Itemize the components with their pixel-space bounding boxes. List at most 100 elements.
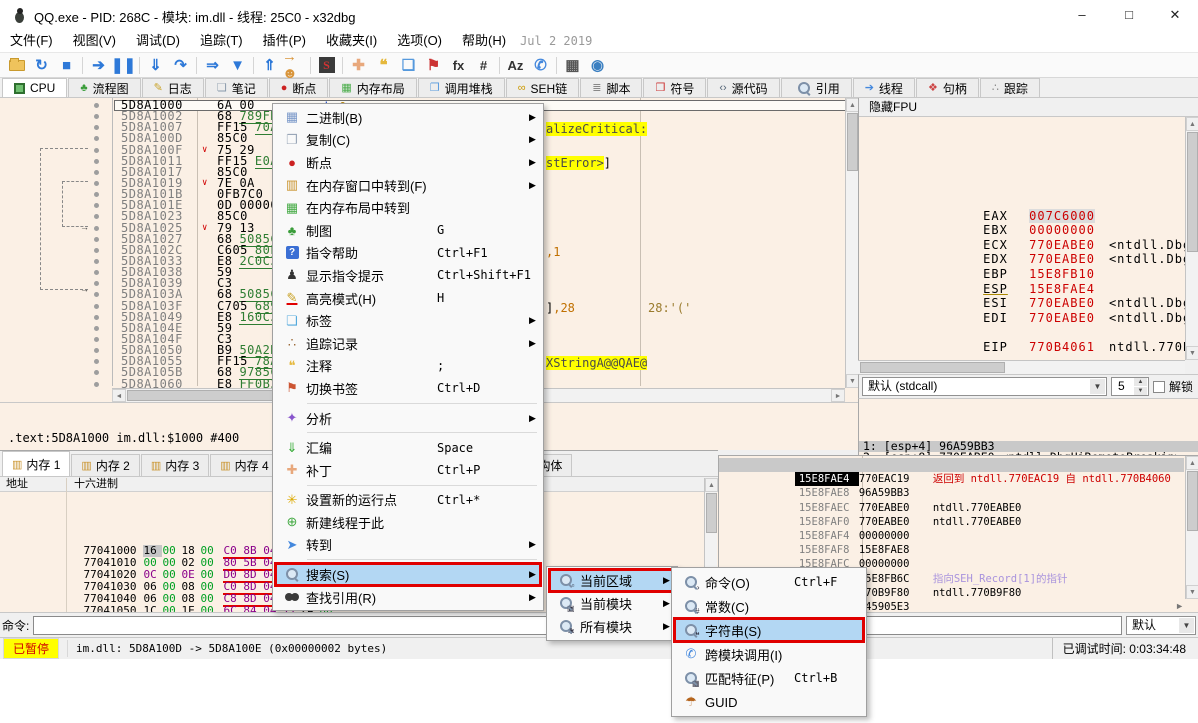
view-tab[interactable]: ▦ 内存布局 bbox=[329, 78, 416, 97]
breakpoint-dot[interactable] bbox=[94, 370, 99, 375]
menu-item[interactable]: 追踪(T) bbox=[190, 30, 253, 52]
dump-tab[interactable]: ▥ 内存 2 bbox=[71, 454, 139, 476]
close-button[interactable]: ✕ bbox=[1152, 0, 1198, 30]
toolbar-icon[interactable]: Az bbox=[503, 54, 528, 76]
breakpoint-dot[interactable] bbox=[94, 170, 99, 175]
toolbar-icon[interactable]: fx bbox=[446, 54, 471, 76]
view-tab[interactable]: 引用 bbox=[781, 78, 852, 97]
chevron-down-icon[interactable]: ▼ bbox=[1090, 379, 1105, 394]
toolbar-icon[interactable]: ❚❚ bbox=[111, 54, 136, 76]
registers-vertical-scrollbar[interactable]: ▲▼ bbox=[1185, 117, 1198, 360]
context-menu-item[interactable]: ▥ 在内存窗口中转到(F) ▶ bbox=[275, 174, 541, 197]
context-menu-item[interactable]: ⚑ 切换书签 Ctrl+D ▶ bbox=[275, 377, 541, 400]
context-menu-item[interactable]: ♣ 制图 G ▶ bbox=[275, 219, 541, 242]
toolbar-icon[interactable] bbox=[342, 57, 343, 74]
dump-tab[interactable]: ▥ 内存 1 bbox=[2, 451, 70, 476]
breakpoint-dot[interactable] bbox=[94, 114, 99, 119]
submenu-item[interactable]: ▣ 当前模块 ▶ bbox=[549, 592, 675, 615]
view-tab[interactable]: ❏ 笔记 bbox=[205, 78, 268, 97]
toolbar-icon[interactable] bbox=[556, 57, 557, 74]
stack-vertical-scrollbar[interactable]: ▲▼ bbox=[1185, 456, 1198, 599]
toolbar-icon[interactable]: S bbox=[314, 54, 339, 76]
toolbar-icon[interactable]: ⇒ bbox=[200, 54, 225, 76]
breakpoint-dot[interactable] bbox=[94, 259, 99, 264]
argument-depth-spinner[interactable]: 5▲▼ bbox=[1111, 377, 1149, 396]
toolbar-icon[interactable]: ↷ bbox=[168, 54, 193, 76]
register-row[interactable]: EAX007C6000 bbox=[868, 194, 1184, 209]
context-menu-item[interactable]: ▶ bbox=[275, 400, 541, 407]
breakpoint-dot[interactable] bbox=[94, 348, 99, 353]
stack-row[interactable]: 15E8FAE4770EAC19返回到 ntdll.770EAC19 自 ntd… bbox=[719, 458, 1184, 472]
toolbar-icon[interactable]: ⇑ bbox=[257, 54, 282, 76]
context-menu-item[interactable]: ✎ 高亮模式(H) H ▶ bbox=[275, 287, 541, 310]
toolbar-icon[interactable]: ❏ bbox=[396, 54, 421, 76]
toolbar-icon[interactable]: ⚑ bbox=[421, 54, 446, 76]
context-menu-item[interactable]: ✚ 补丁 Ctrl+P ▶ bbox=[275, 459, 541, 482]
calling-convention-select[interactable]: 默认 (stdcall)▼ bbox=[862, 377, 1107, 396]
stack-hscroll-arrow[interactable]: ► bbox=[1175, 601, 1184, 611]
submenu-item[interactable]: › 命令(O) Ctrl+F ▶ bbox=[674, 570, 864, 594]
breakpoint-dot[interactable] bbox=[94, 337, 99, 342]
toolbar-icon[interactable] bbox=[499, 57, 500, 74]
view-tab[interactable]: ∴ 跟踪 bbox=[980, 78, 1040, 97]
breakpoint-dot[interactable] bbox=[94, 237, 99, 242]
toolbar-icon[interactable]: ➔ bbox=[86, 54, 111, 76]
submenu-item[interactable]: ▫ 当前区域 ▶ bbox=[549, 569, 675, 592]
context-menu-item[interactable]: ▦ 在内存布局中转到 ▶ bbox=[275, 196, 541, 219]
toolbar-icon[interactable]: →☻ bbox=[282, 54, 307, 76]
view-tab[interactable]: ‹› 源代码 bbox=[707, 78, 779, 97]
arguments-pane[interactable]: 1: [esp+4] 96A59BB32: [esp+8] 770EABE0 <… bbox=[858, 398, 1198, 455]
breakpoint-dot[interactable] bbox=[94, 192, 99, 197]
view-tab[interactable]: ❐ 调用堆栈 bbox=[418, 78, 505, 97]
context-menu-item[interactable]: ✳ 设置新的运行点 Ctrl+* ▶ bbox=[275, 489, 541, 512]
toolbar-icon[interactable]: ▼ bbox=[225, 54, 250, 76]
toolbar-icon[interactable]: ▦ bbox=[560, 54, 585, 76]
context-menu-item[interactable]: 搜索(S) ▶ bbox=[275, 563, 541, 586]
dump-tab[interactable]: ▥ 内存 4 bbox=[210, 454, 278, 476]
breakpoint-dot[interactable] bbox=[94, 359, 99, 364]
view-tab[interactable]: ✎ 日志 bbox=[142, 78, 204, 97]
breakpoint-dot[interactable] bbox=[94, 136, 99, 141]
toolbar-icon[interactable]: ✆ bbox=[528, 54, 553, 76]
toolbar-icon[interactable]: ◉ bbox=[585, 54, 610, 76]
toolbar-icon[interactable] bbox=[310, 57, 311, 74]
submenu-item[interactable]: # 常数(C) ▶ bbox=[674, 594, 864, 618]
toolbar-icon[interactable]: ■ bbox=[54, 54, 79, 76]
menu-item[interactable]: 视图(V) bbox=[63, 30, 126, 52]
menu-item[interactable]: 文件(F) bbox=[0, 30, 63, 52]
context-menu-item[interactable]: ⇓ 汇编 Space ▶ bbox=[275, 436, 541, 459]
breakpoint-dot[interactable] bbox=[94, 181, 99, 186]
breakpoint-dot[interactable] bbox=[94, 248, 99, 253]
context-menu-item[interactable]: 查找引用(R) ▶ bbox=[275, 586, 541, 609]
disasm-vertical-scrollbar[interactable]: ▲▼ bbox=[845, 98, 858, 388]
view-tab[interactable]: ∞ SEH链 bbox=[506, 78, 580, 97]
context-menu-item[interactable]: ▦ 二进制(B) ▶ bbox=[275, 106, 541, 129]
toolbar-icon[interactable]: # bbox=[471, 54, 496, 76]
toolbar-icon[interactable] bbox=[196, 57, 197, 74]
minimize-button[interactable]: – bbox=[1059, 0, 1105, 30]
view-tab[interactable]: ❖ 句柄 bbox=[916, 78, 979, 97]
context-menu-item[interactable]: ✦ 分析 ▶ bbox=[275, 407, 541, 430]
context-menu-item[interactable]: ? ? 指令帮助 Ctrl+F1 ▶ bbox=[275, 242, 541, 265]
view-tab[interactable]: ♣ 流程图 bbox=[68, 78, 140, 97]
context-menu-item[interactable]: ∴ 追踪记录 ▶ bbox=[275, 332, 541, 355]
toolbar-icon[interactable] bbox=[4, 54, 29, 76]
submenu-item[interactable]: ❝ 字符串(S) ▶ bbox=[674, 618, 864, 642]
context-menu-item[interactable]: ❐ 复制(C) ▶ bbox=[275, 129, 541, 152]
context-menu-item[interactable]: ▶ bbox=[275, 482, 541, 489]
submenu-item[interactable]: ✱ 所有模块 ▶ bbox=[549, 615, 675, 638]
view-tab[interactable]: ● 断点 bbox=[269, 78, 329, 97]
context-menu-item[interactable]: ▶ bbox=[275, 556, 541, 563]
menu-item[interactable]: 选项(O) bbox=[387, 30, 452, 52]
breakpoint-dot[interactable] bbox=[94, 315, 99, 320]
breakpoint-dot[interactable] bbox=[94, 148, 99, 153]
context-menu-item[interactable]: ➤ 转到 ▶ bbox=[275, 534, 541, 557]
view-tab[interactable]: CPU bbox=[2, 78, 67, 97]
context-menu-item[interactable]: ❝ 注释 ; ▶ bbox=[275, 355, 541, 378]
context-menu-item[interactable]: ❏ 标签 ▶ bbox=[275, 309, 541, 332]
breakpoint-dot[interactable] bbox=[94, 159, 99, 164]
submenu-item[interactable]: ▦ 匹配特征(P) Ctrl+B ▶ bbox=[674, 666, 864, 690]
context-menu-item[interactable]: ♟ 显示指令提示 Ctrl+Shift+F1 ▶ bbox=[275, 264, 541, 287]
context-menu-item[interactable]: ⊕ 新建线程于此 ▶ bbox=[275, 511, 541, 534]
breakpoint-dot[interactable] bbox=[94, 382, 99, 387]
